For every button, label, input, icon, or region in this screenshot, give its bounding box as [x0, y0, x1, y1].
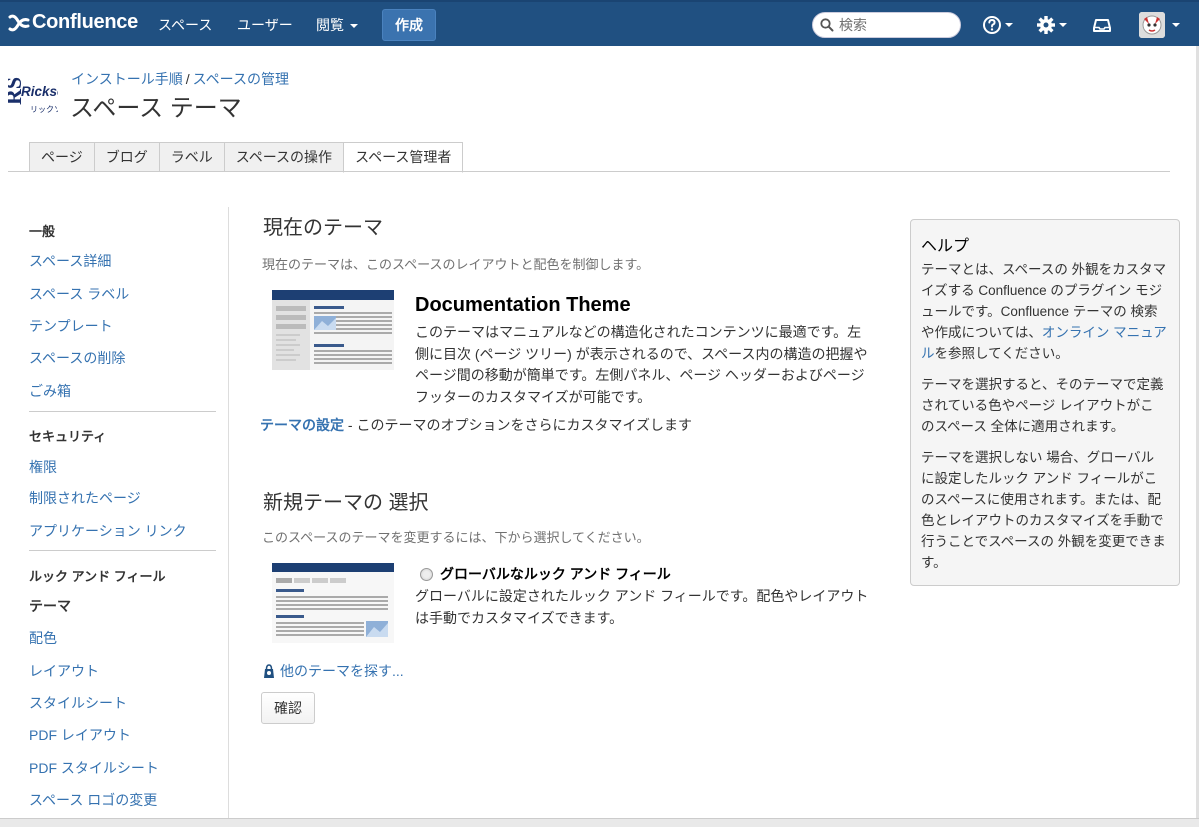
help-icon: [983, 16, 1001, 34]
inbox-icon: [1093, 19, 1111, 32]
avatar-icon: [1139, 12, 1165, 38]
tab-pages[interactable]: ページ: [29, 142, 94, 172]
sidebar-item-space-details[interactable]: スペース詳細: [29, 251, 111, 271]
sidebar-item-delete-space[interactable]: スペースの削除: [29, 348, 125, 368]
search-box: [812, 12, 961, 38]
confirm-button[interactable]: 確認: [261, 692, 315, 724]
sidebar-heading-security: セキュリティ: [29, 429, 107, 444]
theme-settings-description: - このテーマのオプションをさらにカスタマイズします: [344, 417, 693, 433]
search-input[interactable]: [839, 16, 957, 34]
current-theme-name: Documentation Theme: [415, 294, 631, 316]
breadcrumb-item[interactable]: インストール手順: [71, 71, 183, 87]
breadcrumb-item[interactable]: スペースの管理: [193, 71, 289, 87]
global-theme-thumbnail-icon: [272, 563, 394, 643]
sidebar-heading-general: 一般: [29, 224, 56, 239]
nav-users[interactable]: ユーザー: [237, 15, 293, 35]
tab-blog[interactable]: ブログ: [93, 142, 159, 172]
new-theme-description: このスペースのテーマを変更するには、下から選択してください。: [262, 530, 650, 545]
chevron-down-icon: [1059, 23, 1067, 27]
user-avatar[interactable]: [1139, 12, 1165, 38]
sidebar-item-stylesheet[interactable]: スタイルシート: [29, 693, 127, 713]
help-text: を参照してください。: [934, 346, 1069, 361]
sidebar-item-restricted-pages[interactable]: 制限されたページ: [29, 488, 141, 508]
marketplace-bag-icon: [264, 664, 274, 678]
theme-config-row: テーマの設定 - このテーマのオプションをさらにカスタマイズします: [260, 415, 692, 435]
confluence-logo-icon: [8, 14, 30, 31]
svg-text:リックソフト: リックソフト: [30, 105, 58, 114]
sidebar-item-trash[interactable]: ごみ箱: [29, 381, 71, 401]
sidebar-item-pdf-layout[interactable]: PDF レイアウト: [29, 725, 131, 745]
sidebar-item-permissions[interactable]: 権限: [29, 457, 57, 477]
tab-divider: [8, 171, 1170, 172]
nav-browse-label: 閲覧: [316, 17, 344, 33]
chevron-down-icon[interactable]: [1172, 23, 1180, 27]
sidebar-item-change-space-logo[interactable]: スペース ロゴの変更: [29, 790, 157, 810]
search-icon: [820, 18, 834, 32]
current-theme-details: このテーマはマニュアルなどの構造化されたコンテンツに最適です。左側に目次 (ペー…: [415, 324, 868, 405]
global-theme-description: グローバルに設定されたルック アンド フィールです。配色やレイアウトは手動でカス…: [415, 588, 869, 626]
ricksoft-logo-icon: RS Ricksoft リックソフト: [1, 77, 78, 114]
gear-icon: [1037, 16, 1055, 34]
sidebar-item-templates[interactable]: テンプレート: [29, 316, 113, 336]
breadcrumb: インストール手順 / スペースの管理: [71, 69, 289, 89]
notifications-button[interactable]: [1093, 13, 1111, 37]
documentation-theme-thumbnail-icon: [272, 290, 394, 370]
tab-space-admin[interactable]: スペース管理者: [343, 142, 464, 173]
space-tabs: ページ ブログ ラベル スペースの操作 スペース管理者: [29, 142, 464, 173]
sidebar-item-space-labels[interactable]: スペース ラベル: [29, 284, 129, 304]
sidebar-item-pdf-stylesheet[interactable]: PDF スタイルシート: [29, 758, 159, 778]
nav-spaces[interactable]: スペース: [158, 15, 212, 35]
help-panel: ヘルプ テーマとは、スペースの 外観をカスタマイズする Confluence の…: [910, 219, 1180, 586]
space-logo[interactable]: RS Ricksoft リックソフト: [1, 72, 78, 120]
bottom-scrollbar[interactable]: [0, 818, 1199, 827]
find-themes-row: 他のテーマを探す...: [262, 661, 404, 681]
theme-settings-link[interactable]: テーマの設定: [260, 417, 344, 433]
breadcrumb-separator: /: [185, 71, 190, 87]
sidebar-item-layout[interactable]: レイアウト: [29, 661, 99, 681]
global-theme-label: グローバルなルック アンド フィール: [440, 566, 671, 582]
help-title: ヘルプ: [921, 238, 970, 255]
help-paragraph: テーマを選択しない 場合、グローバルに設定したルック アンド フィールがこのスペ…: [921, 450, 1166, 570]
create-button[interactable]: 作成: [382, 9, 436, 41]
sidebar-item-color-scheme[interactable]: 配色: [29, 628, 57, 648]
sidebar-item-themes[interactable]: テーマ: [29, 596, 71, 616]
sidebar-divider: [29, 550, 216, 551]
top-navigation: Confluence スペース ユーザー 閲覧 作成: [0, 0, 1199, 46]
help-menu-button[interactable]: [982, 13, 1013, 37]
new-theme-heading: 新規テーマの 選択: [263, 492, 429, 514]
tab-space-operations[interactable]: スペースの操作: [223, 142, 344, 172]
tab-labels[interactable]: ラベル: [158, 142, 224, 172]
page-title: スペース テーマ: [70, 95, 242, 122]
sidebar-item-application-links[interactable]: アプリケーション リンク: [29, 521, 187, 541]
confluence-logo[interactable]: Confluence: [8, 11, 138, 34]
global-theme-option[interactable]: グローバルなルック アンド フィール: [420, 564, 671, 584]
settings-menu-button[interactable]: [1036, 13, 1067, 37]
help-paragraph: テーマとは、スペースの 外観をカスタマイズする Confluence のプラグイ…: [921, 259, 1167, 364]
logo-text: Confluence: [32, 11, 138, 33]
chevron-down-icon: [350, 24, 358, 29]
chevron-down-icon: [1005, 23, 1013, 27]
help-paragraph: テーマを選択すると、そのテーマで定義されている色やページ レイアウトがこのスペー…: [921, 377, 1164, 434]
nav-browse[interactable]: 閲覧: [316, 15, 358, 35]
svg-text:Ricksoft: Ricksoft: [21, 84, 58, 99]
current-theme-heading: 現在のテーマ: [263, 217, 383, 239]
find-themes-link[interactable]: 他のテーマを探す...: [280, 661, 404, 681]
global-theme-radio[interactable]: [420, 567, 433, 581]
current-theme-description: 現在のテーマは、このスペースのレイアウトと配色を制御します。: [262, 257, 650, 272]
sidebar-heading-look-and-feel: ルック アンド フィール: [29, 569, 166, 584]
sidebar-divider: [29, 411, 216, 412]
sidebar-border: [228, 207, 229, 827]
